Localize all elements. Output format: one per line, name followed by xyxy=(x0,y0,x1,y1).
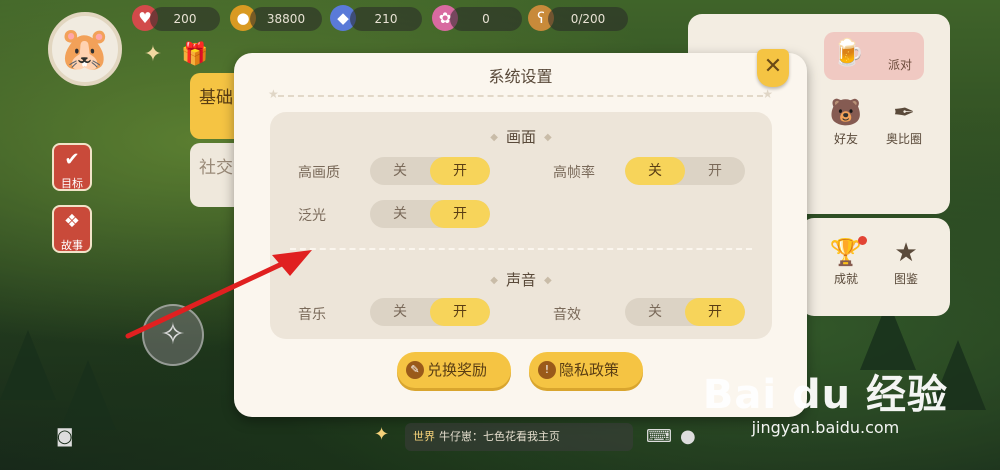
watermark-logo: Bai du 经验 xyxy=(702,372,948,418)
camera-icon[interactable]: ◙ xyxy=(56,426,73,447)
chat-channel-tag: 世界 xyxy=(413,430,435,443)
keyboard-icon[interactable]: ⌨ xyxy=(646,426,672,447)
microphone-icon[interactable]: ● xyxy=(680,426,696,447)
wand-icon[interactable]: ✦ xyxy=(374,424,389,445)
watermark-url: jingyan.baidu.com xyxy=(751,418,900,437)
world-chat-bar[interactable]: 世界 牛仔崽：七色花看我主页 xyxy=(405,423,633,451)
chat-message: 牛仔崽：七色花看我主页 xyxy=(439,430,560,443)
baidu-jingyan-watermark: Bai du 经验 jingyan.baidu.com xyxy=(703,362,948,437)
